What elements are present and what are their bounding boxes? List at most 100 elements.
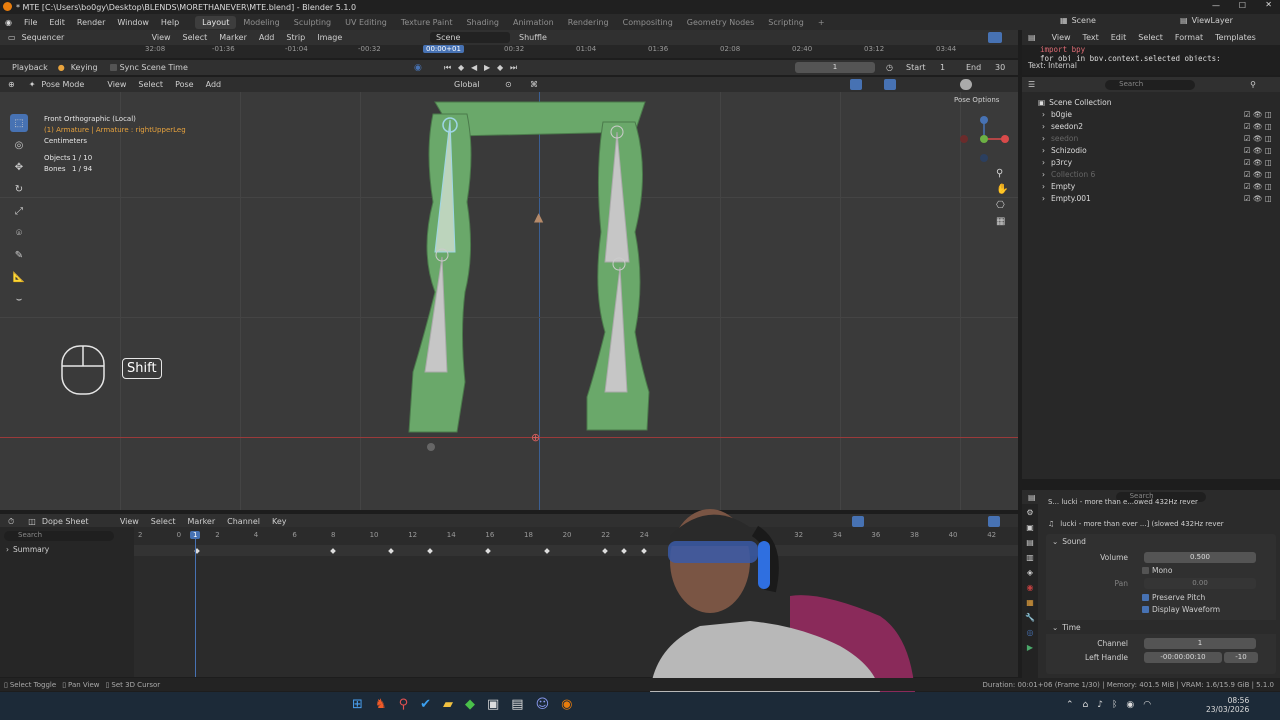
physics-tab-icon[interactable]: ◎ — [1027, 628, 1034, 637]
mono-checkbox[interactable] — [1142, 567, 1149, 574]
cursor-tool-icon[interactable]: ◎ — [10, 136, 28, 154]
visibility-toggle-icon[interactable]: ☑ 👁 ◫ — [1244, 170, 1272, 179]
gizmo-toggle-icon[interactable] — [850, 79, 862, 90]
sequencer-scene-field[interactable]: Scene — [430, 32, 510, 43]
measure-tool-icon[interactable]: 📐 — [10, 268, 28, 286]
keying-menu[interactable]: Keying — [65, 63, 104, 72]
camera-object-icon[interactable]: ▲ — [534, 210, 543, 224]
scene-tab-icon[interactable]: ◈ — [1027, 568, 1033, 577]
text-menu-select[interactable]: Select — [1132, 33, 1169, 42]
navigation-gizmo[interactable] — [956, 114, 1012, 164]
overlay-toggle-icon[interactable] — [988, 32, 1002, 43]
terminal-icon[interactable]: ▣ — [487, 697, 499, 712]
outliner-search[interactable]: Search — [1105, 79, 1196, 90]
playback-menu[interactable]: Playback — [6, 63, 54, 72]
keyframe-marker[interactable] — [388, 548, 395, 554]
summary-channel[interactable]: › Summary — [0, 545, 134, 554]
wifi-icon[interactable]: ◠ — [1143, 700, 1151, 710]
code-line-1[interactable]: import bpy — [1022, 45, 1280, 54]
file-explorer-icon[interactable]: ▰ — [443, 697, 453, 712]
playhead-line[interactable] — [195, 533, 196, 677]
sequencer-menu-select[interactable]: Select — [177, 33, 214, 42]
outliner-item[interactable]: › seedon2 ☑ 👁 ◫ — [1022, 120, 1280, 132]
code-app-icon[interactable]: ▤ — [511, 697, 523, 712]
render-tab-icon[interactable]: ▣ — [1026, 523, 1034, 532]
select-tool-icon[interactable]: ⬚ — [10, 114, 28, 132]
tab-modeling[interactable]: Modeling — [236, 16, 286, 29]
playhead-frame[interactable]: 1 — [190, 531, 201, 539]
vscode-icon[interactable]: ✔ — [420, 697, 431, 712]
expand-arrow-icon[interactable]: › — [1042, 158, 1045, 167]
solid-shading-icon[interactable] — [960, 79, 972, 90]
dopesheet-menu-channel[interactable]: Channel — [221, 517, 266, 526]
view-layer-tab-icon[interactable]: ▥ — [1026, 553, 1034, 562]
expand-arrow-icon[interactable]: › — [1042, 194, 1045, 203]
menu-render[interactable]: Render — [71, 18, 111, 27]
brave-browser-icon[interactable]: ♞ — [375, 697, 387, 712]
viewport-menu-add[interactable]: Add — [200, 80, 228, 89]
3d-cursor-icon[interactable]: ⊕ — [531, 431, 540, 444]
keyframe-marker[interactable] — [601, 548, 608, 554]
scale-tool-icon[interactable]: ⤢ — [10, 202, 28, 220]
keyframe-marker[interactable] — [543, 548, 550, 554]
keyframe-marker[interactable] — [427, 548, 434, 554]
play-reverse-button[interactable]: ◀ — [471, 63, 477, 72]
dopesheet-menu-key[interactable]: Key — [266, 517, 293, 526]
taskbar-clock[interactable]: 08:56 23/03/2026 — [1206, 696, 1249, 714]
tab-texture-paint[interactable]: Texture Paint — [394, 16, 460, 29]
tab-compositing[interactable]: Compositing — [616, 16, 680, 29]
bluetooth-icon[interactable]: ᛒ — [1112, 700, 1117, 710]
tab-geometry-nodes[interactable]: Geometry Nodes — [680, 16, 761, 29]
outliner-item[interactable]: › Collection 6 ☑ 👁 ◫ — [1022, 168, 1280, 180]
outliner-scene-collection[interactable]: ▣ Scene Collection — [1022, 96, 1280, 108]
text-menu-edit[interactable]: Edit — [1105, 33, 1133, 42]
next-key-button[interactable]: ◆ — [497, 63, 503, 72]
sequencer-menu-marker[interactable]: Marker — [213, 33, 253, 42]
annotate-tool-icon[interactable]: ✎ — [10, 246, 28, 264]
viewport-menu-view[interactable]: View — [101, 80, 132, 89]
blender-app-icon[interactable]: ◉ — [561, 697, 572, 712]
sync-checkbox[interactable] — [109, 64, 117, 71]
expand-arrow-icon[interactable]: › — [1042, 146, 1045, 155]
tab-shading[interactable]: Shading — [459, 16, 506, 29]
blender-menu-icon[interactable]: ◉ — [5, 18, 12, 27]
visibility-toggle-icon[interactable]: ☑ 👁 ◫ — [1244, 194, 1272, 203]
current-frame-field[interactable]: 1 — [795, 62, 875, 73]
text-editor-icon[interactable]: ▤ — [1028, 33, 1036, 42]
tab-layout[interactable]: Layout — [195, 15, 237, 29]
modifier-tab-icon[interactable]: 🔧 — [1025, 613, 1035, 622]
sequencer-editor-icon[interactable]: ▭ — [8, 33, 16, 42]
expand-arrow-icon[interactable]: › — [1042, 170, 1045, 179]
jump-start-button[interactable]: ⏮ — [444, 63, 451, 73]
zoom-icon[interactable]: ⚲ — [996, 168, 1008, 179]
output-tab-icon[interactable]: ▤ — [1026, 538, 1034, 547]
sequencer-menu-image[interactable]: Image — [311, 33, 348, 42]
object-tab-icon[interactable]: ▦ — [1026, 598, 1034, 607]
tab-sculpting[interactable]: Sculpting — [287, 16, 338, 29]
mode-select[interactable]: Pose Mode — [35, 80, 101, 89]
menu-window[interactable]: Window — [111, 18, 155, 27]
left-handle-frames-field[interactable]: -10 — [1224, 652, 1258, 663]
network-icon[interactable]: ⌂ — [1083, 700, 1089, 710]
transform-tool-icon[interactable]: ⌾ — [10, 224, 28, 242]
record-button[interactable]: ◉ — [414, 63, 422, 73]
sequencer-editor-select[interactable]: Sequencer — [16, 33, 106, 42]
preserve-pitch-checkbox[interactable] — [1142, 594, 1149, 601]
visibility-toggle-icon[interactable]: ☑ 👁 ◫ — [1244, 134, 1272, 143]
start-field[interactable]: 1 — [940, 63, 945, 72]
expand-arrow-icon[interactable]: › — [1042, 110, 1045, 119]
volume-field[interactable]: 0.500 — [1144, 552, 1256, 563]
code-line-2[interactable]: for obj in bpy.context.selected_objects: — [1022, 54, 1280, 61]
sequencer-menu-strip[interactable]: Strip — [280, 33, 311, 42]
armature-model[interactable] — [395, 92, 675, 462]
left-handle-field[interactable]: -00:00:00:10 — [1144, 652, 1222, 663]
sequencer-menu-add[interactable]: Add — [253, 33, 281, 42]
bone-tool-icon[interactable]: ⌣ — [10, 290, 28, 308]
visibility-toggle-icon[interactable]: ☑ 👁 ◫ — [1244, 146, 1272, 155]
sequencer-menu-view[interactable]: View — [146, 33, 177, 42]
dopesheet-editor-icon[interactable]: ⏱ — [8, 517, 14, 527]
pivot-icon[interactable]: ⊙ — [505, 80, 512, 89]
expand-arrow-icon[interactable]: › — [1042, 134, 1045, 143]
time-panel-header[interactable]: ⌄ Time — [1046, 620, 1276, 634]
add-workspace-button[interactable]: + — [811, 16, 832, 29]
